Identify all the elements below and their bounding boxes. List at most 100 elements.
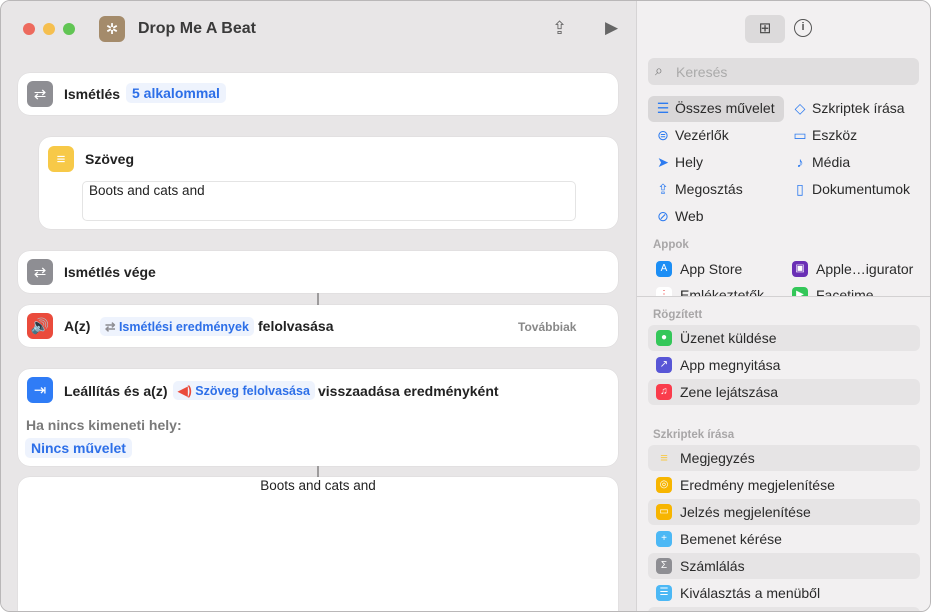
close-button[interactable]: [23, 23, 35, 35]
speak-prefix: A(z): [64, 318, 91, 334]
scripting-item[interactable]: ▭ Jelzés megjelenítése: [648, 499, 920, 525]
text-field[interactable]: Boots and cats and: [82, 181, 576, 221]
scripting-item[interactable]: ☰ Kiválasztás a menüből: [648, 580, 920, 606]
sigma-icon: Σ: [656, 558, 672, 574]
ask-input-icon: +: [656, 531, 672, 547]
document-icon: ▯: [796, 181, 804, 197]
facetime-icon: ▶: [792, 287, 808, 296]
category-label: Eszköz: [812, 127, 858, 143]
minimize-button[interactable]: [43, 23, 55, 35]
apps-header: Appok: [653, 239, 689, 251]
scripting-item[interactable]: ◎ Eredmény megjelenítése: [648, 472, 920, 498]
category-label: Hely: [675, 154, 704, 170]
scripting-icon: ◇: [794, 100, 806, 116]
repeat-label: Ismétlés: [64, 86, 121, 102]
pinned-item[interactable]: ♫ Zene lejátszása: [648, 379, 920, 405]
share-icon[interactable]: ⇪: [552, 18, 567, 39]
music-note-icon: ♪: [796, 154, 804, 170]
scripting-item[interactable]: ≡ Megjegyzés: [648, 445, 920, 471]
stop-suffix: visszaadása eredményként: [318, 383, 499, 399]
show-result-icon: ◎: [656, 477, 672, 493]
library-add-icon[interactable]: ⊞: [745, 15, 785, 43]
scripting-label: Számlálás: [680, 558, 745, 574]
search-placeholder: Keresés: [676, 64, 728, 80]
open-app-icon: ↗: [656, 357, 672, 373]
pinned-header: Rögzített: [653, 309, 703, 321]
category-label: Média: [812, 154, 851, 170]
editor-pane: ✲ Drop Me A Beat ⇪ ▶ ⇄ Ismétlés 5 alkalo…: [1, 1, 636, 611]
repeat-icon: ⇄: [105, 320, 119, 334]
scripting-header: Szkriptek írása: [653, 429, 735, 441]
compass-icon: ⊘: [657, 208, 669, 224]
text-icon: ≡: [48, 146, 74, 172]
list-icon: ☰: [656, 100, 670, 116]
info-icon[interactable]: i: [794, 19, 812, 37]
no-output-value[interactable]: Nincs művelet: [25, 438, 132, 458]
scripting-item[interactable]: Σ Számlálás: [648, 553, 920, 579]
category-label: Vezérlők: [675, 127, 729, 143]
category-label: Megosztás: [675, 181, 743, 197]
app-label: Apple…igurator: [816, 261, 914, 277]
app-store-icon: A: [656, 261, 672, 277]
pinned-label: Üzenet küldése: [680, 330, 777, 346]
window-title: Drop Me A Beat: [138, 20, 256, 37]
app-item[interactable]: ▶ Facetime: [784, 282, 924, 296]
category-label: Szkriptek írása: [812, 100, 905, 116]
app-item[interactable]: ▣ Apple…igurator: [784, 256, 924, 282]
shortcut-icon[interactable]: ✲: [99, 16, 125, 42]
pinned-label: App megnyitása: [680, 357, 781, 373]
reminders-icon: ⋮: [656, 287, 672, 296]
stop-action[interactable]: ⇥ Leállítás és a(z) ◀) Szöveg felolvasás…: [18, 369, 618, 466]
more-button[interactable]: Továbbiak: [518, 320, 576, 334]
scripting-label: Megjegyzés: [680, 450, 755, 466]
shortcuts-window: ✲ Drop Me A Beat ⇪ ▶ ⇄ Ismétlés 5 alkalo…: [0, 0, 931, 612]
apps-list: A App Store ▣ Apple…igurator ⋮ Emlékeztetők…: [637, 256, 930, 296]
actions-library: ⊞ i ⌕ Keresés ☰ Összes művelet ◇ Szkriptek…: [636, 1, 930, 611]
speaker-icon: 🔊: [27, 313, 53, 339]
speak-variable-label: Ismétlési eredmények: [118, 320, 249, 334]
location-icon: ➤: [657, 154, 669, 170]
zoom-button[interactable]: [63, 23, 75, 35]
app-label: App Store: [680, 261, 743, 277]
no-output-label: Ha nincs kimeneti hely:: [26, 417, 182, 433]
pinned-item[interactable]: ● Üzenet küldése: [648, 325, 920, 351]
scripting-label: Bemenet kérése: [680, 531, 782, 547]
display-icon: ▭: [793, 127, 807, 143]
repeat-end-action[interactable]: ⇄ Ismétlés vége: [18, 251, 618, 293]
search-input[interactable]: ⌕ Keresés: [648, 58, 919, 85]
music-icon: ♫: [656, 384, 672, 400]
share-icon: ⇪: [657, 181, 669, 197]
comment-icon: ≡: [660, 450, 668, 465]
scripting-label: Eredmény megjelenítése: [680, 477, 835, 493]
configurator-icon: ▣: [792, 261, 808, 277]
messages-icon: ●: [656, 330, 672, 346]
toggles-icon: ⊜: [657, 127, 669, 143]
speak-action[interactable]: 🔊 A(z) ⇄ Ismétlési eredmények felolvasás…: [18, 305, 618, 347]
scripting-label: Kiválasztás a menüből: [680, 585, 821, 601]
run-button[interactable]: ▶: [605, 18, 618, 38]
scripting-item[interactable]: [648, 607, 920, 611]
divider: [637, 296, 930, 297]
scripting-label: Jelzés megjelenítése: [680, 504, 811, 520]
category-label: Összes művelet: [675, 100, 775, 116]
scripting-item[interactable]: + Bemenet kérése: [648, 526, 920, 552]
search-icon: ⌕: [655, 62, 663, 78]
alert-icon: ▭: [656, 504, 672, 520]
connector: [317, 466, 319, 477]
result-text: Boots and cats and: [260, 478, 376, 493]
repeat-count[interactable]: 5 alkalommal: [126, 83, 226, 103]
speak-variable[interactable]: ⇄ Ismétlési eredmények: [100, 317, 254, 336]
app-label: Facetime: [816, 287, 874, 296]
repeat-action[interactable]: ⇄ Ismétlés 5 alkalommal: [18, 73, 618, 115]
stop-variable-label: Szöveg felolvasása: [195, 384, 310, 398]
repeat-end-label: Ismétlés vége: [64, 264, 156, 280]
result-output: Boots and cats and: [18, 477, 618, 611]
speaker-icon: ◀): [178, 384, 196, 398]
pinned-label: Zene lejátszása: [680, 384, 779, 400]
category-label: Web: [675, 208, 704, 224]
pinned-item[interactable]: ↗ App megnyitása: [648, 352, 920, 378]
menu-icon: ☰: [656, 585, 672, 601]
text-action[interactable]: ≡ Szöveg Boots and cats and: [39, 137, 618, 229]
stop-variable[interactable]: ◀) Szöveg felolvasása: [173, 381, 315, 400]
exit-icon: ⇥: [27, 377, 53, 403]
